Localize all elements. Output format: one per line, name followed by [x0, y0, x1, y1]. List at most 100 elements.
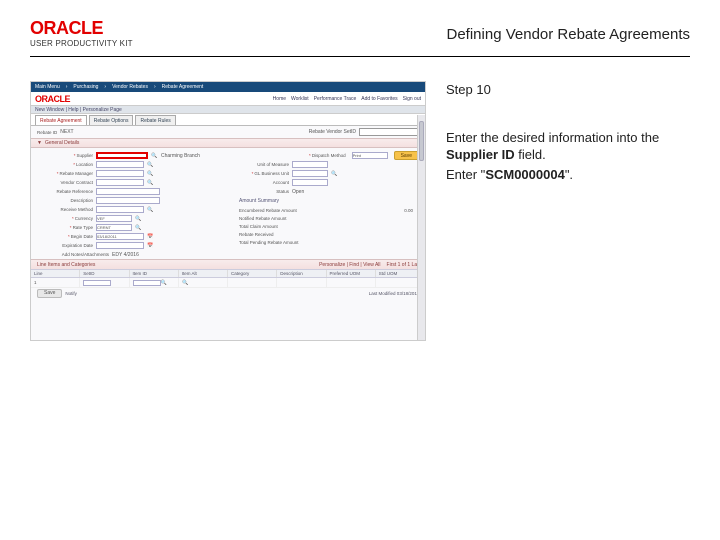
menu-main[interactable]: Main Menu: [35, 84, 60, 90]
section-general-details: ▼ General Details: [31, 138, 425, 148]
menu-rebate-agreement[interactable]: Rebate Agreement: [162, 84, 204, 90]
vcontract-field[interactable]: [96, 179, 144, 186]
currency-field[interactable]: VEF: [96, 215, 132, 222]
mini-oracle-logo: ORACLE: [35, 94, 70, 104]
cell-item-field[interactable]: [133, 280, 161, 286]
vcontract-label: Vendor Contract: [37, 180, 93, 185]
footer-notify[interactable]: Notify: [65, 291, 77, 296]
lookup-icon[interactable]: 🔍: [182, 279, 189, 286]
rebate-id-label: Rebate ID: [37, 130, 57, 135]
lookup-icon[interactable]: 🔍: [147, 179, 154, 186]
col-item: Item ID: [130, 270, 179, 277]
expiration-label: Expiration Date: [37, 243, 93, 248]
cell-line: 1: [31, 278, 80, 287]
account-label: Account: [233, 180, 289, 185]
sum-encumbered-label: Encumbered Rebate Amount: [239, 208, 297, 213]
cell-setid-field[interactable]: [83, 280, 111, 286]
nav-worklist[interactable]: Worklist: [291, 96, 309, 102]
app-screenshot: Main Menu › Purchasing › Vendor Rebates …: [30, 81, 426, 341]
lookup-icon[interactable]: 🔍: [147, 206, 154, 213]
glbu-field[interactable]: [292, 170, 328, 177]
collapse-icon[interactable]: ▼: [37, 140, 42, 146]
lookup-icon[interactable]: 🔍: [161, 279, 168, 286]
step-label: Step 10: [446, 81, 690, 99]
ratetype-field[interactable]: CRRNT: [96, 224, 132, 231]
lookup-icon[interactable]: 🔍: [147, 161, 154, 168]
dispatch-label: Dispatch Method: [309, 153, 346, 158]
brand-sub: USER PRODUCTIVITY KIT: [30, 39, 133, 48]
reference-label: Rebate Reference: [37, 189, 93, 194]
scrollbar[interactable]: [417, 115, 425, 340]
status-label: Status: [233, 189, 289, 194]
lookup-icon[interactable]: 🔍: [331, 170, 338, 177]
grid-header: Line SetID Item ID Item Alt Category Des…: [31, 269, 425, 278]
table-row: 1 🔍 🔍: [31, 278, 425, 288]
recvmethod-field[interactable]: [96, 206, 144, 213]
scrollbar-thumb[interactable]: [419, 121, 424, 161]
status-value: Open: [292, 189, 304, 195]
grid-find[interactable]: Personalize | Find | View All: [319, 262, 380, 268]
glbu-label: GL Business Unit: [233, 171, 289, 176]
lookup-icon[interactable]: 🔍: [151, 152, 158, 159]
left-column: Supplier🔍Charming Branch Location🔍 Rebat…: [37, 151, 223, 250]
supplier-name: Charming Branch: [161, 153, 200, 159]
setid-select[interactable]: [359, 128, 419, 136]
manager-field[interactable]: [96, 170, 144, 177]
rebate-id-value: NEXT: [60, 129, 73, 135]
lookup-icon[interactable]: 🔍: [135, 224, 142, 231]
account-field[interactable]: [292, 179, 328, 186]
expiration-field[interactable]: [96, 242, 144, 249]
grid-title: Line Items and Categories: [37, 262, 95, 268]
app-logobar: ORACLE Home Worklist Performance Trace A…: [31, 92, 425, 106]
notes-value: EDY 4/2016: [112, 252, 139, 258]
col-desc: Description: [277, 270, 326, 277]
nav-home[interactable]: Home: [273, 96, 286, 102]
nav-perf[interactable]: Performance Trace: [314, 96, 357, 102]
nav-signout[interactable]: Sign out: [403, 96, 421, 102]
save-button[interactable]: Save: [394, 151, 419, 160]
lookup-icon[interactable]: 🔍: [147, 170, 154, 177]
supplier-label: Supplier: [37, 153, 93, 158]
app-topbar: Main Menu › Purchasing › Vendor Rebates …: [31, 82, 425, 92]
col-puom: Preferred UOM: [327, 270, 376, 277]
instructions-panel: Step 10 Enter the desired information in…: [446, 81, 690, 341]
recvmethod-label: Receive Method: [37, 207, 93, 212]
page-title: Defining Vendor Rebate Agreements: [447, 26, 691, 43]
col-category: Category: [228, 270, 277, 277]
form-area: Supplier🔍Charming Branch Location🔍 Rebat…: [31, 148, 425, 250]
dispatch-field[interactable]: Print: [352, 152, 388, 159]
sum-notified-label: Notified Rebate Amount: [239, 216, 287, 221]
begindate-field[interactable]: 03/18/2011: [96, 233, 144, 240]
lookup-icon[interactable]: 🔍: [135, 215, 142, 222]
tab-rebate-agreement[interactable]: Rebate Agreement: [35, 115, 87, 125]
section-label: General Details: [45, 140, 79, 146]
footer-row: Save Notify Last Modified 03/18/2011: [31, 288, 425, 298]
tab-rebate-options[interactable]: Rebate Options: [89, 115, 134, 125]
sum-received-label: Rebate Received: [239, 232, 274, 237]
uom-label: Unit of Measure: [233, 162, 289, 167]
calendar-icon[interactable]: 📅: [147, 233, 154, 240]
setid-label: Rebate Vendor SetID: [309, 129, 356, 135]
nav-fav[interactable]: Add to Favorites: [361, 96, 397, 102]
brand-block: ORACLE USER PRODUCTIVITY KIT: [30, 18, 133, 48]
manager-label: Rebate Manager: [37, 171, 93, 176]
sum-encumbered-value: 0.00: [404, 208, 413, 213]
menu-vendor-rebates[interactable]: Vendor Rebates: [112, 84, 148, 90]
currency-label: Currency: [37, 216, 93, 221]
instruction-line2: Enter "SCM0000004".: [446, 166, 690, 184]
location-field[interactable]: [96, 161, 144, 168]
uom-field[interactable]: [292, 161, 328, 168]
reference-field[interactable]: [96, 188, 160, 195]
menu-purchasing[interactable]: Purchasing: [73, 84, 98, 90]
calendar-icon[interactable]: 📅: [147, 242, 154, 249]
summary-title: Amount Summary: [233, 198, 419, 204]
description-label: Description: [37, 198, 93, 203]
ratetype-label: Rate Type: [37, 225, 93, 230]
description-field[interactable]: [96, 197, 160, 204]
col-line: Line: [31, 270, 80, 277]
tab-rebate-rules[interactable]: Rebate Rules: [135, 115, 175, 125]
supplier-id-field[interactable]: [96, 152, 148, 159]
footer-save-button[interactable]: Save: [37, 289, 62, 298]
location-label: Location: [37, 162, 93, 167]
instruction-line1: Enter the desired information into the S…: [446, 129, 690, 164]
